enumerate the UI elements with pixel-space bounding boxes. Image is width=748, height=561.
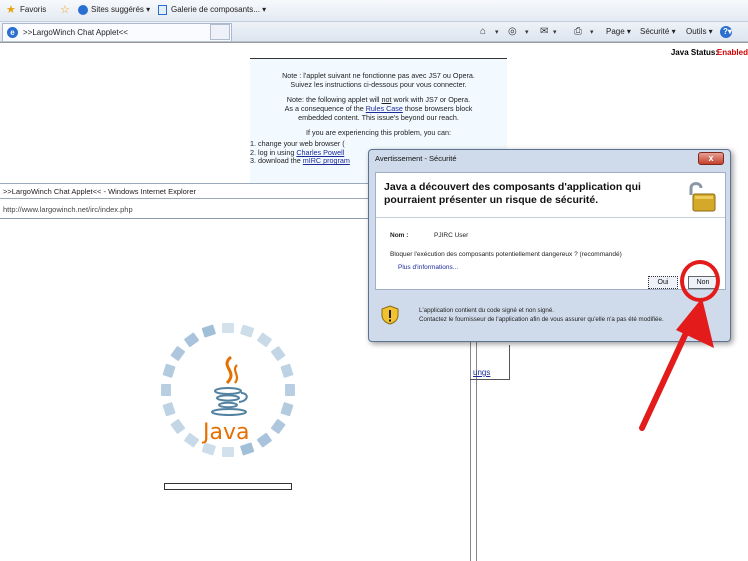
spinner-segment: [257, 332, 272, 348]
gallery-icon: [158, 5, 167, 15]
spinner-segment: [184, 432, 199, 448]
settings-link[interactable]: ungs: [473, 368, 490, 377]
dialog-separator: [376, 217, 725, 218]
more-info-link[interactable]: Plus d'informations...: [398, 264, 458, 271]
warning-line-1: L'application contient du code signé et …: [419, 307, 554, 314]
spinner-segment: [257, 432, 272, 448]
home-dropdown-icon[interactable]: ▾: [495, 28, 499, 36]
spinner-segment: [222, 447, 234, 457]
content-divider: [0, 42, 748, 43]
help-menu[interactable]: ?▾: [723, 27, 732, 36]
warning-shield-icon: [381, 305, 399, 325]
unlocked-padlock-icon: [689, 182, 716, 212]
mirc-download-link[interactable]: mIRC program: [303, 156, 350, 165]
spinner-segment: [170, 419, 186, 434]
warning-line-2: Contactez le fournisseur de l'applicatio…: [419, 316, 664, 323]
notice-text: 3. download the: [250, 156, 303, 165]
dialog-heading: Java a découvert des composants d'applic…: [384, 181, 641, 206]
tools-menu[interactable]: Outils ▾: [686, 27, 713, 36]
favorites-button[interactable]: Favoris: [20, 5, 46, 14]
spinner-segment: [280, 402, 294, 417]
notice-line-en-3: embedded content. This issue's beyond ou…: [298, 113, 459, 122]
print-icon[interactable]: ⎙: [574, 26, 582, 37]
tab-bar: e >>LargoWinch Chat Applet<< ⌂ ▾ ◎ ▾ ✉ ▾…: [0, 22, 748, 42]
suggested-sites-button[interactable]: Sites suggérés ▾: [91, 5, 150, 14]
feeds-dropdown-icon[interactable]: ▾: [525, 28, 529, 36]
java-cup-icon: [211, 355, 248, 416]
spinner-segment: [222, 323, 234, 333]
notice-text: work with JS7 or Opera.: [391, 95, 471, 104]
security-menu[interactable]: Sécurité ▾: [640, 27, 676, 36]
spinner-segment: [201, 324, 216, 338]
dialog-close-button[interactable]: x: [698, 152, 724, 165]
notice-line-en-4: If you are experiencing this problem, yo…: [305, 128, 452, 137]
java-status-value: Enabled: [716, 48, 748, 57]
second-window-address-bar[interactable]: http://www.largowinch.net/irc/index.php: [0, 201, 372, 219]
spinner-segment: [240, 324, 255, 338]
home-icon[interactable]: ⌂: [480, 26, 486, 37]
spinner-segment: [285, 384, 295, 396]
notice-text: those browsers block: [402, 104, 473, 113]
spinner-segment: [270, 346, 286, 361]
spinner-segment: [161, 384, 171, 396]
gallery-button[interactable]: Galerie de composants... ▾: [171, 5, 266, 14]
warning-text: L'application contient du code signé et …: [419, 306, 664, 324]
ie-icon: [78, 5, 88, 15]
name-value: PJIRC User: [434, 232, 469, 239]
notice-emphasis: not: [381, 95, 392, 104]
tab-label: >>LargoWinch Chat Applet<<: [23, 28, 128, 37]
java-logo-text: Java: [203, 420, 250, 445]
name-label: Nom :: [390, 232, 409, 239]
spinner-segment: [184, 332, 199, 348]
block-question: Bloquer l'exécution des composants poten…: [390, 251, 622, 258]
tab-largowinch[interactable]: e >>LargoWinch Chat Applet<<: [2, 23, 232, 41]
notice-text: Note: the following applet will: [286, 95, 382, 104]
page-menu[interactable]: Page ▾: [606, 27, 631, 36]
notice-line-fr-1: Note : l'applet suivant ne fonctionne pa…: [282, 71, 475, 80]
dialog-title: Avertissement - Sécurité: [375, 154, 457, 163]
rules-case-link[interactable]: Rules Case: [366, 104, 403, 113]
mail-icon[interactable]: ✉: [540, 26, 548, 37]
java-status-label: Java Status:: [670, 48, 718, 57]
print-dropdown-icon[interactable]: ▾: [590, 28, 594, 36]
favorites-bar: ★ Favoris ☆ Sites suggérés ▾ Galerie de …: [0, 0, 748, 22]
notice-text: As a consequence of the: [284, 104, 366, 113]
add-favorite-icon[interactable]: ☆: [60, 3, 70, 16]
spinner-segment: [270, 419, 286, 434]
mail-dropdown-icon[interactable]: ▾: [553, 28, 557, 36]
spinner-segment: [280, 363, 294, 378]
applet-progress-bar: [164, 483, 292, 490]
notice-line-en-1: Note: the following applet will not work…: [250, 95, 507, 104]
new-tab-button[interactable]: [210, 24, 230, 40]
feeds-icon[interactable]: ◎: [508, 26, 517, 37]
spinner-segment: [162, 402, 176, 417]
tab-favicon-icon: e: [7, 27, 18, 38]
dialog-body: Java a découvert des composants d'applic…: [375, 172, 726, 290]
spinner-segment: [162, 363, 176, 378]
spinner-segment: [170, 346, 186, 361]
notice-line-en-2: As a consequence of the Rules Case those…: [250, 104, 507, 113]
second-window-title-bar[interactable]: >>LargoWinch Chat Applet<< - Windows Int…: [0, 183, 372, 199]
favorites-star-icon[interactable]: ★: [6, 3, 16, 16]
notice-line-fr-2: Suivez les instructions ci-dessous pour …: [290, 80, 467, 89]
yes-button[interactable]: Oui: [648, 276, 678, 289]
annotation-arrow-icon: [639, 298, 714, 431]
